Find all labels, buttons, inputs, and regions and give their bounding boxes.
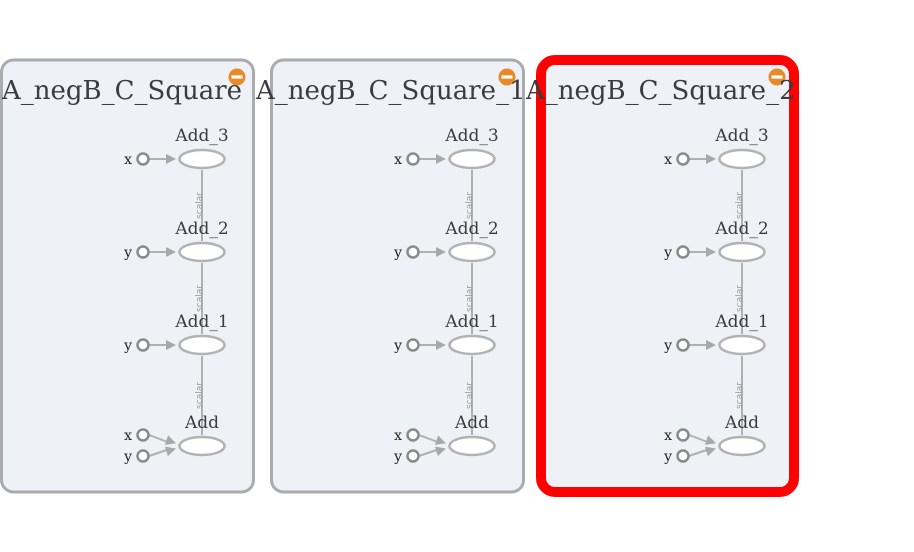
op-node-label: Add (724, 413, 759, 433)
input-node[interactable] (136, 245, 150, 259)
op-node-label: Add_2 (444, 219, 498, 239)
panel-title: A_negB_C_Square_2 (525, 76, 796, 106)
input-label: y (123, 338, 132, 354)
op-node-label: Add_3 (174, 126, 228, 146)
panel-title: A_negB_C_Square_1 (255, 76, 526, 106)
input-label: x (664, 428, 672, 444)
op-node[interactable] (448, 148, 496, 170)
input-label: x (394, 428, 402, 444)
input-label: y (393, 245, 402, 261)
input-node[interactable] (676, 428, 690, 442)
input-node[interactable] (406, 428, 420, 442)
edge-label: scalar (735, 382, 745, 409)
op-node[interactable] (178, 148, 226, 170)
edge-label: scalar (195, 285, 205, 312)
edge-label: scalar (465, 285, 475, 312)
op-node[interactable] (718, 334, 766, 356)
input-label: x (124, 152, 132, 168)
edge-label: scalar (735, 285, 745, 312)
input-label: y (663, 245, 672, 261)
panel-2[interactable]: scalarscalarscalarxAdd_3yAdd_2yAdd_1xyAd… (536, 55, 799, 497)
edge-label: scalar (195, 192, 205, 219)
input-node[interactable] (406, 152, 420, 166)
input-node[interactable] (136, 428, 150, 442)
op-node-label: Add_3 (714, 126, 768, 146)
input-node[interactable] (136, 152, 150, 166)
input-label: x (124, 428, 132, 444)
input-node[interactable] (406, 245, 420, 259)
input-label: y (663, 338, 672, 354)
input-label: y (393, 449, 402, 465)
op-node-label: Add (184, 413, 219, 433)
input-node[interactable] (406, 338, 420, 352)
op-node[interactable] (448, 241, 496, 263)
edge-label: scalar (465, 192, 475, 219)
input-node[interactable] (406, 449, 420, 463)
op-node-label: Add_1 (444, 312, 498, 332)
edge-label: scalar (465, 382, 475, 409)
op-node-label: Add (454, 413, 489, 433)
op-node-label: Add_2 (174, 219, 228, 239)
op-node[interactable] (178, 241, 226, 263)
input-node[interactable] (676, 152, 690, 166)
input-label: x (394, 152, 402, 168)
input-label: y (123, 245, 132, 261)
edge-label: scalar (735, 192, 745, 219)
input-node[interactable] (676, 245, 690, 259)
op-node[interactable] (448, 435, 496, 457)
op-node[interactable] (718, 148, 766, 170)
op-node[interactable] (448, 334, 496, 356)
panel-title: A_negB_C_Square (1, 76, 242, 106)
op-node[interactable] (718, 435, 766, 457)
op-node[interactable] (178, 435, 226, 457)
op-node[interactable] (178, 334, 226, 356)
op-node-label: Add_1 (174, 312, 228, 332)
op-node-label: Add_1 (714, 312, 768, 332)
input-label: x (664, 152, 672, 168)
op-node-label: Add_2 (714, 219, 768, 239)
input-label: y (393, 338, 402, 354)
input-node[interactable] (136, 338, 150, 352)
panels-layer: scalarscalarscalarxAdd_3yAdd_2yAdd_1xyAd… (0, 55, 799, 497)
edge-label: scalar (195, 382, 205, 409)
input-node[interactable] (676, 449, 690, 463)
input-label: y (663, 449, 672, 465)
panel-1[interactable]: scalarscalarscalarxAdd_3yAdd_2yAdd_1xyAd… (270, 58, 525, 494)
op-node-label: Add_3 (444, 126, 498, 146)
graph-canvas[interactable]: scalarscalarscalarxAdd_3yAdd_2yAdd_1xyAd… (0, 0, 914, 552)
input-node[interactable] (136, 449, 150, 463)
panel-0[interactable]: scalarscalarscalarxAdd_3yAdd_2yAdd_1xyAd… (0, 58, 255, 494)
input-node[interactable] (676, 338, 690, 352)
input-label: y (123, 449, 132, 465)
op-node[interactable] (718, 241, 766, 263)
